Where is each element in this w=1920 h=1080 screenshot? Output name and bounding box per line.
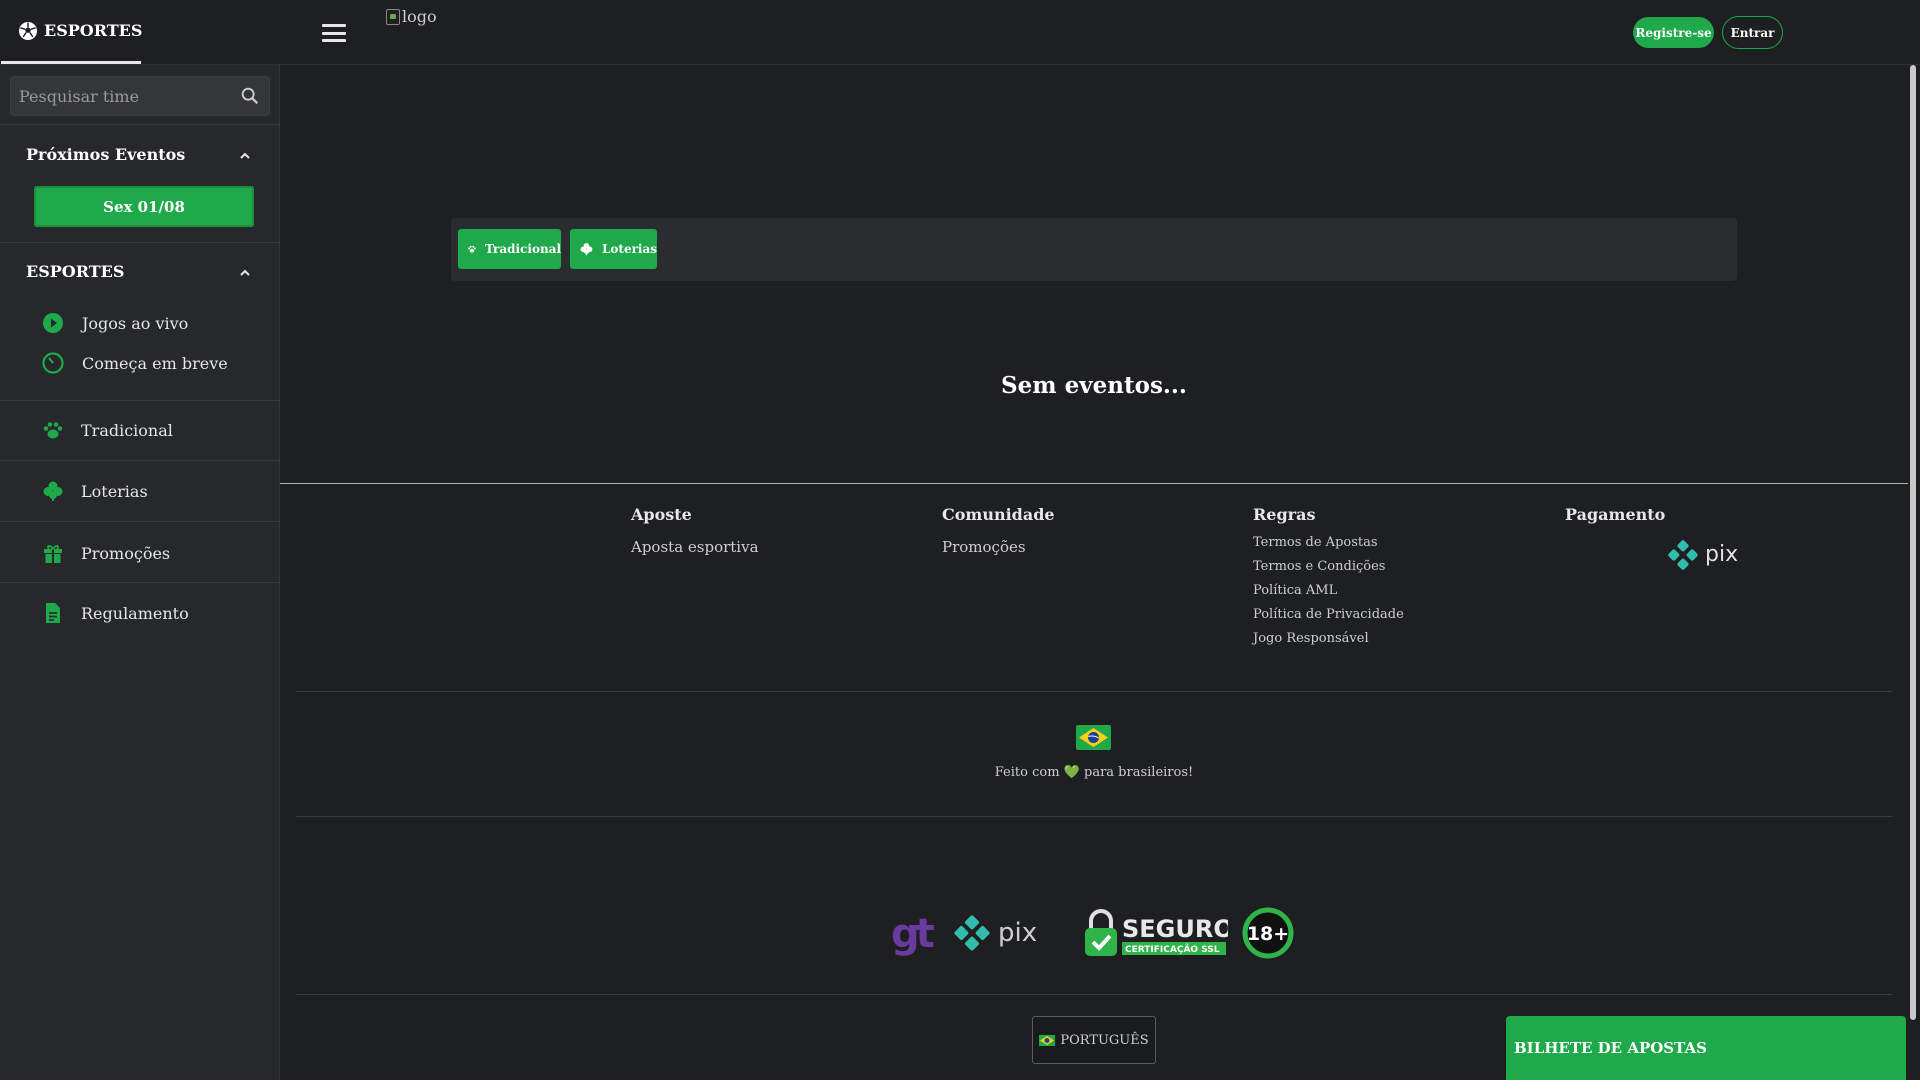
svg-text:SEGURO: SEGURO (1122, 915, 1228, 943)
soccer-ball-icon (19, 22, 37, 40)
broken-image-icon (386, 8, 400, 25)
logo[interactable]: logo (386, 7, 437, 26)
footer-link-promotions[interactable]: Promoções (942, 538, 1055, 556)
footer-divider (280, 483, 1908, 484)
footer-col-title: Regras (1253, 505, 1316, 524)
team-search-box (10, 76, 270, 116)
footer-link-privacy-policy[interactable]: Política de Privacidade (1253, 607, 1404, 631)
play-circle-icon (43, 313, 63, 333)
clover-icon (43, 481, 63, 501)
register-button[interactable]: Registre-se (1633, 17, 1714, 48)
svg-text:CERTIFICAÇÃO SSL: CERTIFICAÇÃO SSL (1125, 944, 1220, 955)
divider (0, 460, 280, 461)
footer-divider (296, 994, 1892, 995)
age-18-plus-badge: 18+ (1242, 907, 1294, 959)
logo-alt-text: logo (402, 7, 437, 26)
footer-col-title: Pagamento (1565, 505, 1666, 524)
paw-icon (43, 422, 63, 439)
search-icon[interactable] (239, 85, 261, 107)
sidebar-item-tradicional[interactable]: Tradicional (0, 410, 280, 450)
tab-label: Loterias (601, 242, 657, 256)
sidebar-item-label: Jogos ao vivo (82, 313, 189, 333)
document-icon (46, 603, 60, 623)
language-label: PORTUGUÊS (1060, 1032, 1149, 1048)
sidebar-item-label: Regulamento (81, 603, 189, 623)
sidebar-item-label: Começa em breve (82, 353, 228, 373)
clover-icon (580, 243, 593, 256)
footer-col-title: Aposte (631, 505, 692, 524)
footer-link-sports-betting[interactable]: Aposta esportiva (631, 538, 759, 556)
paw-icon (468, 245, 476, 253)
divider (0, 124, 280, 125)
footer-link-responsible-gaming[interactable]: Jogo Responsável (1253, 631, 1404, 655)
empty-events-message: Sem eventos... (1001, 372, 1187, 399)
gift-icon (44, 545, 62, 563)
pix-badge: pix (954, 915, 1037, 951)
login-button[interactable]: Entrar (1722, 16, 1783, 49)
team-search-input[interactable] (11, 86, 239, 106)
footer-divider (296, 691, 1892, 692)
gt-badge: gt (891, 911, 938, 957)
divider (0, 521, 280, 522)
footer-link-terms-conditions[interactable]: Termos e Condições (1253, 559, 1404, 583)
timer-icon (42, 352, 64, 374)
footer-col-aposte: Aposte Aposta esportiva (631, 505, 759, 564)
sidebar-item-label: Tradicional (81, 420, 173, 440)
tab-label: Tradicional (484, 242, 561, 256)
tab-loterias[interactable]: Loterias (570, 229, 657, 269)
svg-text:18+: 18+ (1247, 923, 1289, 945)
footer-link-aml-policy[interactable]: Política AML (1253, 583, 1404, 607)
footer-col-comunidade: Comunidade Promoções (942, 505, 1055, 564)
sidebar-item-live-games[interactable]: Jogos ao vivo (0, 303, 280, 343)
sidebar-item-promocoes[interactable]: Promoções (0, 533, 280, 573)
sidebar: Próximos Eventos Sex 01/08 ESPORTES Jogo… (0, 65, 280, 1080)
sports-section-title[interactable]: ESPORTES (26, 262, 124, 281)
scrollbar-thumb[interactable] (1910, 65, 1916, 1020)
divider (0, 582, 280, 583)
hamburger-menu-icon[interactable] (318, 20, 350, 46)
chevron-up-icon[interactable] (238, 149, 252, 163)
footer-divider (296, 816, 1892, 817)
footer-link-betting-terms[interactable]: Termos de Apostas (1253, 535, 1404, 559)
green-heart-icon: 💚 (1063, 765, 1080, 780)
brazil-flag-icon (1076, 725, 1111, 750)
brazil-flag-icon (1039, 1034, 1056, 1046)
tab-tradicional[interactable]: Tradicional (458, 229, 561, 269)
sidebar-item-loterias[interactable]: Loterias (0, 471, 280, 511)
upcoming-events-title[interactable]: Próximos Eventos (26, 145, 185, 164)
main-content: Tradicional Loterias Sem eventos... Apos… (280, 65, 1908, 1080)
sidebar-item-regulamento[interactable]: Regulamento (0, 593, 280, 633)
sidebar-item-label: Loterias (81, 481, 148, 501)
bet-slip-panel[interactable]: BILHETE DE APOSTAS (1506, 1016, 1906, 1080)
category-tabs: Tradicional Loterias (451, 218, 1737, 281)
footer-col-title: Comunidade (942, 505, 1055, 524)
divider (0, 242, 280, 243)
tab-esportes-label: ESPORTES (44, 21, 143, 40)
footer-col-pagamento: Pagamento (1565, 505, 1665, 538)
upcoming-date-button[interactable]: Sex 01/08 (34, 186, 254, 227)
footer-col-regras: Regras Termos de Apostas Termos e Condiç… (1253, 505, 1404, 655)
chevron-up-icon[interactable] (238, 266, 252, 280)
language-selector-button[interactable]: PORTUGUÊS (1032, 1016, 1156, 1064)
pix-logo: pix (1668, 540, 1738, 570)
page-scrollbar[interactable] (1908, 65, 1920, 1080)
sidebar-item-label: Promoções (81, 543, 171, 563)
tab-esportes[interactable]: ESPORTES (1, 0, 143, 64)
ssl-secure-badge: SEGURO CERTIFICAÇÃO SSL (1085, 909, 1228, 956)
divider (0, 400, 280, 401)
top-header: ESPORTES logo Registre-se Entrar (0, 0, 1920, 65)
sidebar-item-starting-soon[interactable]: Começa em breve (0, 343, 280, 383)
pix-logo-text: pix (1705, 542, 1738, 567)
trust-badges: gt pix SEGURO CERTIFICAÇÃO SSL 18+ (890, 903, 1294, 963)
made-with-love-text: Feito com 💚 para brasileiros! (994, 765, 1194, 780)
svg-text:pix: pix (998, 918, 1037, 948)
svg-text:gt: gt (891, 911, 935, 957)
